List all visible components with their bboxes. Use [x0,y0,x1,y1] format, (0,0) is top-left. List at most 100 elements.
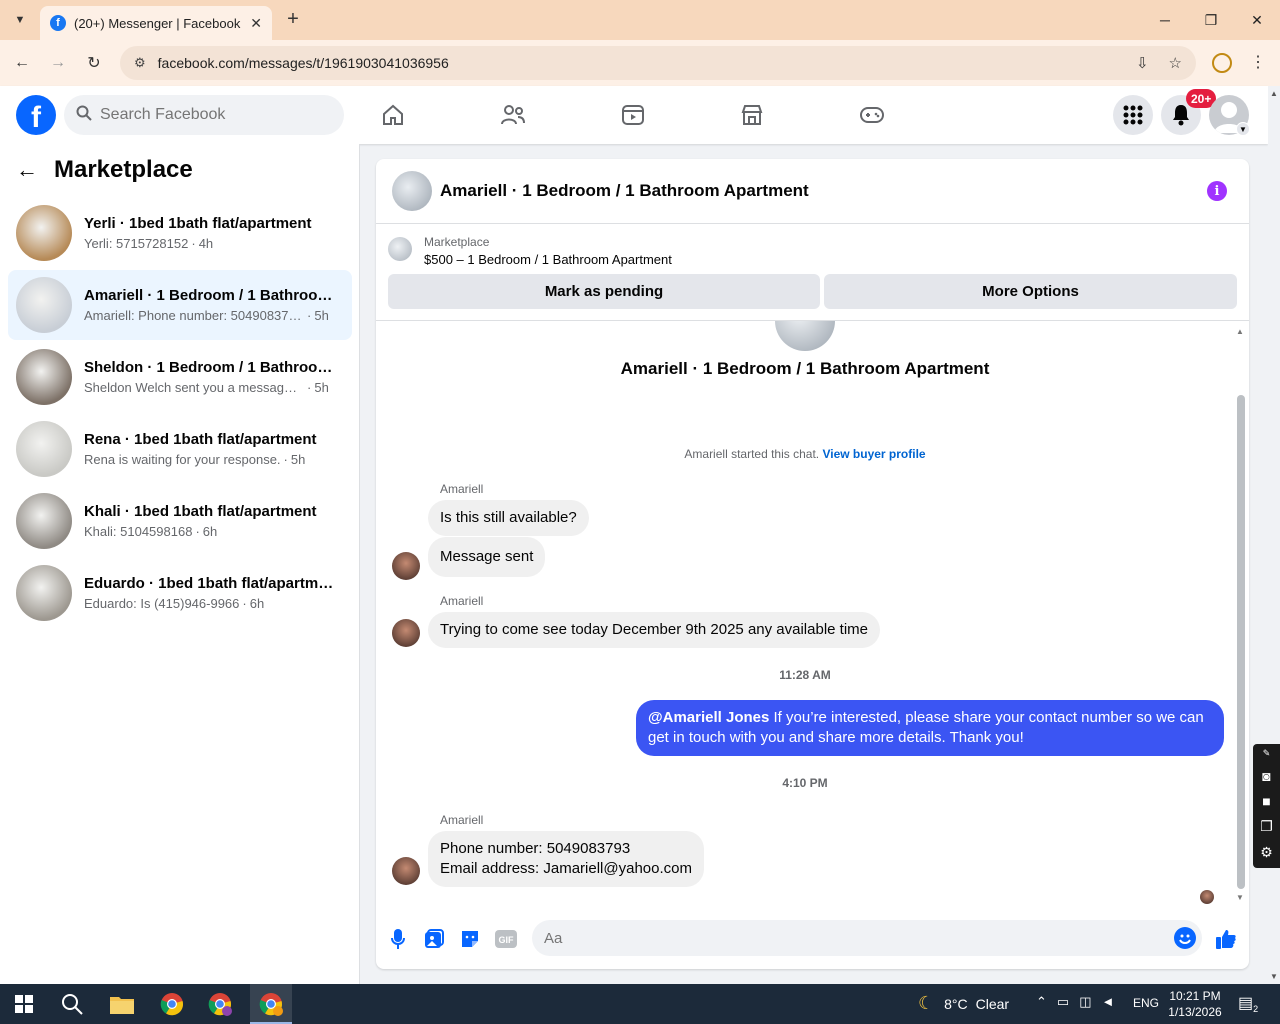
volume-icon[interactable]: ◄ [1102,994,1115,1010]
video-icon[interactable] [617,99,649,131]
conversation-item[interactable]: Eduardo · 1bed 1bath flat/apartment Eduar… [8,558,352,628]
page-scroll-up-icon[interactable]: ▲ [1270,89,1278,98]
url-field[interactable]: ⚙ facebook.com/messages/t/19619030410369… [120,46,1196,80]
language-indicator[interactable]: ENG [1133,996,1159,1010]
account-chevron-icon[interactable]: ▼ [1236,122,1250,136]
network-icon[interactable]: ◫ [1079,994,1091,1010]
tab-search-chevron-icon[interactable]: ▼ [8,8,32,32]
conversation-thumbnail [16,349,72,405]
back-arrow-icon[interactable]: ← [16,157,38,183]
like-thumb-icon[interactable] [1215,928,1237,950]
camera-icon[interactable]: ◙ [1262,768,1270,784]
info-icon[interactable]: i [1207,181,1227,201]
chrome-profile-icon[interactable] [206,990,234,1018]
windows-taskbar: ☾ 8°C Clear ⌃ ▭ ◫ ◄ ENG 10:21 PM 1/13/20… [0,984,1280,1024]
window-icon[interactable]: ❐ [1260,818,1273,835]
separator-dot: · [283,452,288,467]
mention[interactable]: @Amariell Jones [648,709,769,726]
separator-dot: · [307,308,312,323]
conversation-thumbnail [16,277,72,333]
back-arrow-icon[interactable]: ← [11,52,33,74]
close-window-button[interactable]: ✕ [1234,0,1280,40]
search-icon[interactable] [58,990,86,1018]
weather-temp: 8°C [944,995,968,1012]
friends-icon[interactable] [497,99,529,131]
minimize-button[interactable]: ─ [1142,0,1188,40]
message-input-box[interactable] [532,920,1202,956]
sender-avatar[interactable] [392,857,420,885]
listing-banner[interactable]: Marketplace $500 – 1 Bedroom / 1 Bathroo… [388,235,672,267]
scroll-thumb[interactable] [1237,395,1245,889]
chrome-icon[interactable] [158,990,186,1018]
sender-avatar[interactable] [392,552,420,580]
divider [376,320,1249,321]
new-tab-button[interactable]: + [282,8,304,30]
meet-icon[interactable]: ▭ [1057,994,1069,1010]
conversation-item[interactable]: Khali · 1bed 1bath flat/apartment Khali: … [8,486,352,556]
menu-grid-button[interactable] [1113,95,1153,135]
browser-tab[interactable]: f (20+) Messenger | Facebook ✕ [40,6,272,40]
chrome-active-icon[interactable] [257,990,285,1018]
chat-title[interactable]: Amariell · 1 Bedroom / 1 Bathroom Apartm… [440,181,809,201]
clock-date: 1/13/2026 [1168,1005,1222,1019]
weather-widget[interactable]: ☾ 8°C Clear [918,993,1009,1014]
emoji-icon[interactable] [1174,927,1196,949]
message-line: Email address: Jamariell@yahoo.com [440,860,692,877]
tray-chevron-icon[interactable]: ⌃ [1036,994,1047,1010]
marketplace-icon[interactable] [736,99,768,131]
browser-profile-icon[interactable] [1212,53,1232,73]
weather-desc: Clear [975,995,1010,1012]
conversation-item[interactable]: Yerli · 1bed 1bath flat/apartment Yerli: … [8,198,352,268]
browser-tab-strip: ▼ f (20+) Messenger | Facebook ✕ + ─ ❐ ✕ [0,0,1280,40]
sender-avatar[interactable] [392,619,420,647]
url-text: facebook.com/messages/t/1961903041036956 [157,55,449,71]
bookmark-star-icon[interactable]: ☆ [1169,54,1182,72]
conversation-item[interactable]: Rena · 1bed 1bath flat/apartment Rena is … [8,414,352,484]
sender-name: Amariell [440,594,484,608]
incoming-message[interactable]: Message sent [428,537,546,577]
forward-arrow-icon[interactable]: → [47,52,69,74]
install-app-icon[interactable]: ⇩ [1136,54,1149,72]
reload-icon[interactable]: ↻ [83,52,105,74]
site-info-icon[interactable]: ⚙ [134,55,146,71]
gaming-icon[interactable] [856,99,888,131]
conversation-name: Yerli · 1bed 1bath flat/apartment [84,215,312,232]
incoming-message[interactable]: Phone number: 5049083793 Email address: … [428,831,704,887]
scroll-down-icon[interactable]: ▼ [1236,893,1244,902]
facebook-search-box[interactable] [64,95,344,135]
settings-gear-icon[interactable]: ⚙ [1260,844,1273,861]
chat-avatar[interactable] [392,171,432,211]
file-explorer-icon[interactable] [108,990,136,1018]
gif-icon[interactable]: GIF [495,928,517,950]
outgoing-message[interactable]: @Amariell Jones If you’re interested, pl… [636,700,1224,756]
view-buyer-profile-link[interactable]: View buyer profile [822,447,925,461]
microphone-icon[interactable] [387,928,409,950]
incoming-message[interactable]: Is this still available? [428,500,589,536]
photo-icon[interactable] [423,928,445,950]
pin-icon[interactable]: ✎ [1263,748,1271,759]
incoming-message[interactable]: Trying to come see today December 9th 20… [428,612,881,648]
conversation-thumbnail [16,421,72,477]
restore-button[interactable]: ❐ [1188,0,1234,40]
seen-indicator-avatar [1200,890,1214,904]
search-input[interactable] [100,106,320,124]
page-scroll-down-icon[interactable]: ▼ [1270,972,1278,981]
notification-center-icon[interactable]: ▤2 [1238,993,1258,1014]
conversation-list-panel: ← Marketplace Yerli · 1bed 1bath flat/ap… [0,144,360,984]
mark-pending-button[interactable]: Mark as pending [388,274,820,309]
video-record-icon[interactable]: ■ [1262,793,1270,809]
conversation-item[interactable]: Amariell · 1 Bedroom / 1 Bathroom… Amarie… [8,270,352,340]
facebook-logo[interactable]: f [16,95,56,135]
conversation-item[interactable]: Sheldon · 1 Bedroom / 1 Bathroom… Sheldon… [8,342,352,412]
windows-start-icon[interactable] [10,990,38,1018]
sticker-icon[interactable] [459,928,481,950]
message-input[interactable] [544,929,1144,947]
browser-menu-icon[interactable]: ⋮ [1250,52,1266,72]
home-icon[interactable] [377,99,409,131]
chat-scrollbar[interactable]: ▲ ▼ [1234,327,1246,902]
scroll-up-icon[interactable]: ▲ [1236,327,1244,336]
tab-close-icon[interactable]: ✕ [250,15,262,32]
more-options-button[interactable]: More Options [824,274,1237,309]
clock[interactable]: 10:21 PM 1/13/2026 [1168,988,1222,1020]
conversation-thumbnail [16,565,72,621]
